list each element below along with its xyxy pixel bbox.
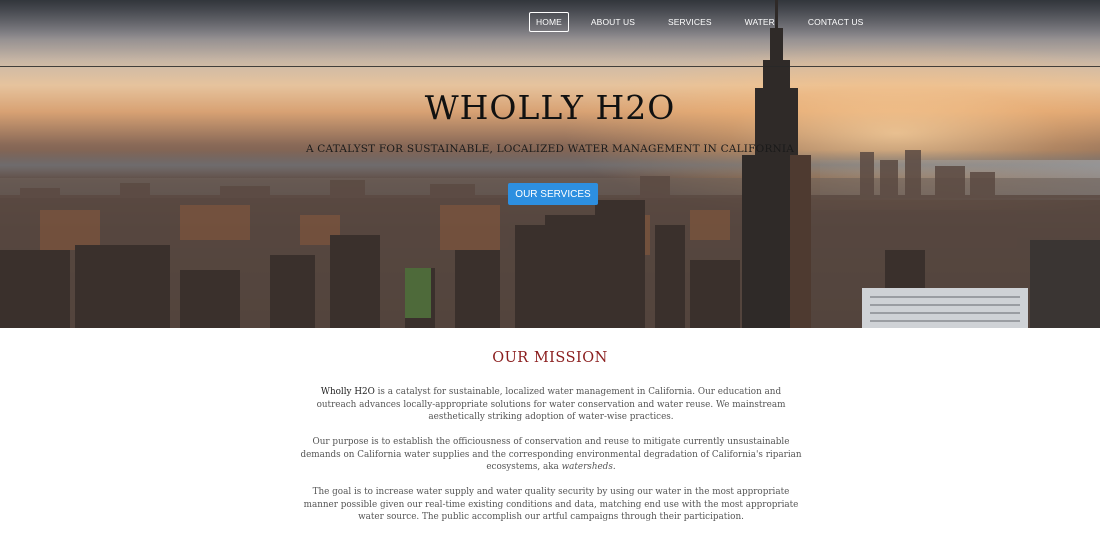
lit-tower-face <box>790 155 811 328</box>
watersheds-emphasis: watersheds. <box>561 462 616 473</box>
top-nav: HOME ABOUT US SERVICES WATER CONTACT US <box>529 12 889 32</box>
right-building <box>1030 240 1100 328</box>
nav-item-contact-us[interactable]: CONTACT US <box>801 12 870 32</box>
mission-paragraph-1: Wholly H2O is a catalyst for sustainable… <box>300 386 802 424</box>
hero-banner: HOME ABOUT US SERVICES WATER CONTACT US … <box>0 0 1100 328</box>
mission-paragraph-3: The goal is to increase water supply and… <box>300 486 802 524</box>
paragraph-2-text: Our purpose is to establish the officiou… <box>300 437 802 473</box>
mission-paragraph-2: Our purpose is to establish the officiou… <box>300 436 802 474</box>
site-tagline: A CATALYST FOR SUSTAINABLE, LOCALIZED WA… <box>305 143 795 155</box>
brand-name: Wholly H2O <box>320 387 375 397</box>
our-services-button[interactable]: OUR SERVICES <box>508 183 598 205</box>
green-building <box>405 268 431 318</box>
nav-item-about-us[interactable]: ABOUT US <box>584 12 642 32</box>
mission-section: OUR MISSION Wholly H2O is a catalyst for… <box>0 328 1100 537</box>
mission-heading: OUR MISSION <box>492 350 608 366</box>
paragraph-1-text: is a catalyst for sustainable, localized… <box>316 387 786 423</box>
city-skyline-image <box>0 0 1100 328</box>
paragraph-3-text: The goal is to increase water supply and… <box>303 487 799 523</box>
nav-item-services[interactable]: SERVICES <box>661 12 719 32</box>
nav-item-home[interactable]: HOME <box>529 12 569 32</box>
site-title: WHOLLY H2O <box>424 88 676 127</box>
nav-divider <box>0 66 1100 67</box>
nav-item-water[interactable]: WATER <box>738 12 782 32</box>
